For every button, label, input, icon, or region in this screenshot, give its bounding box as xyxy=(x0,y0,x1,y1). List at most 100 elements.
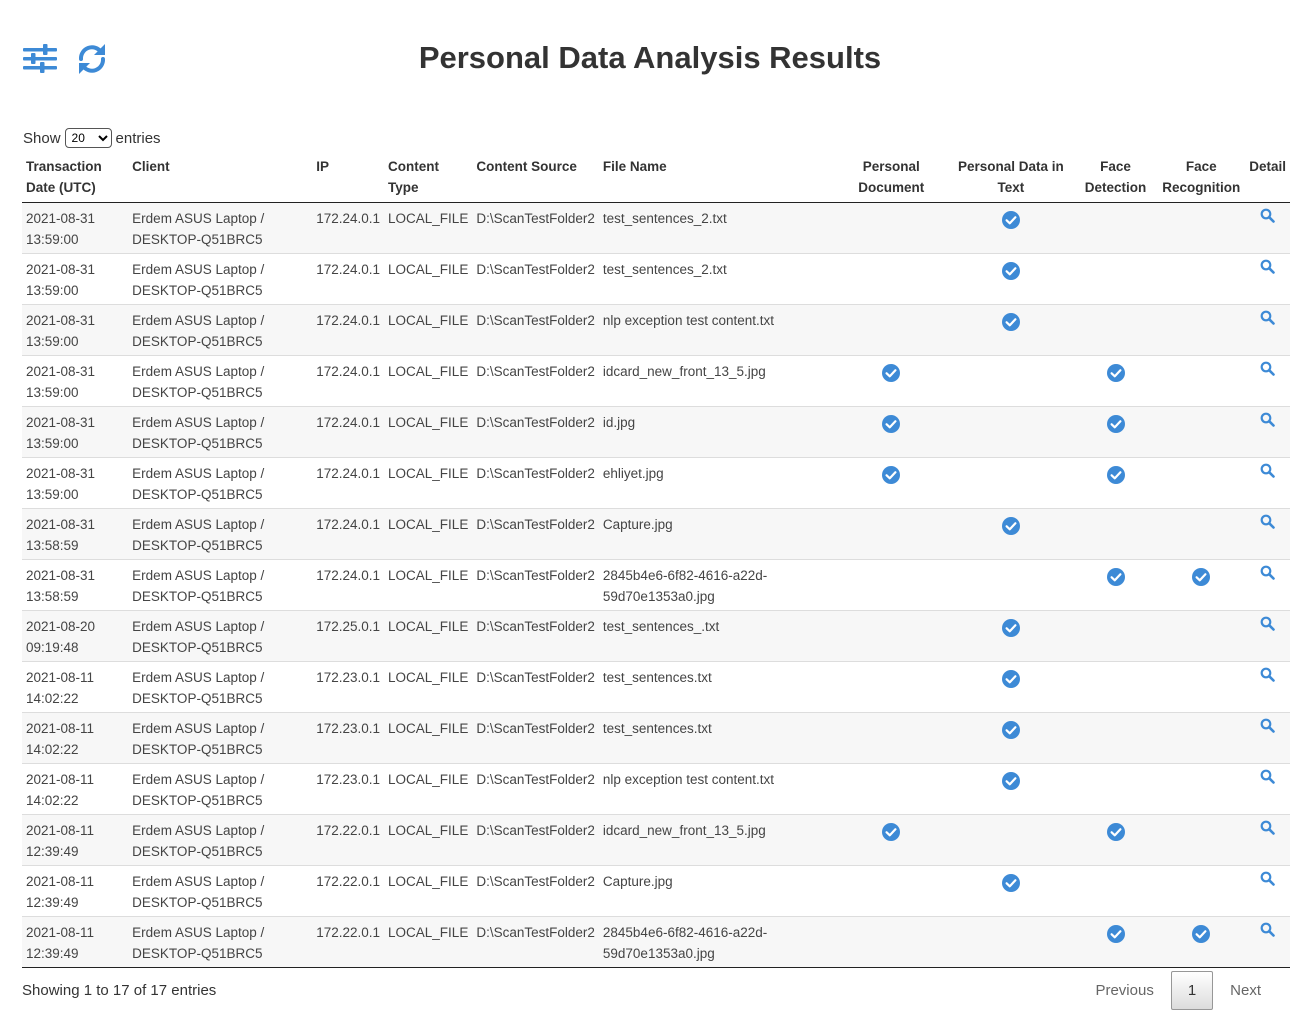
cell-content-type: LOCAL_FILE xyxy=(384,610,473,662)
cell-client: Erdem ASUS Laptop / DESKTOP-Q51BRC5 xyxy=(128,661,313,713)
cell-personal-document xyxy=(834,814,949,866)
previous-page-button[interactable]: Previous xyxy=(1080,972,1168,1009)
cell-content-source: D:\ScanTestFolder2 xyxy=(472,202,599,254)
search-icon[interactable] xyxy=(1260,259,1275,274)
cell-ip: 172.24.0.1 xyxy=(312,406,385,458)
cell-face-recognition xyxy=(1157,814,1246,866)
table-row: 2021-08-11 14:02:22 Erdem ASUS Laptop / D… xyxy=(22,661,1290,713)
cell-personal-document xyxy=(834,202,949,254)
table-header-row: Transaction Date (UTC) Client IP Content… xyxy=(22,150,1290,203)
cell-content-source: D:\ScanTestFolder2 xyxy=(472,304,599,356)
cell-ip: 172.24.0.1 xyxy=(312,253,385,305)
search-icon[interactable] xyxy=(1260,412,1275,427)
cell-face-detection xyxy=(1073,916,1158,968)
cell-ip: 172.24.0.1 xyxy=(312,508,385,560)
cell-file-name: test_sentences_.txt xyxy=(598,610,835,662)
search-icon[interactable] xyxy=(1260,565,1275,580)
search-icon[interactable] xyxy=(1260,718,1275,733)
cell-face-detection xyxy=(1073,610,1158,662)
cell-transaction-date: 2021-08-11 12:39:49 xyxy=(22,916,129,968)
cell-face-detection xyxy=(1073,406,1158,458)
cell-personal-data-in-text xyxy=(948,865,1074,917)
table-row: 2021-08-31 13:59:00 Erdem ASUS Laptop / D… xyxy=(22,202,1290,254)
cell-detail xyxy=(1245,508,1290,560)
col-header-face-detection[interactable]: Face Detection xyxy=(1073,150,1158,203)
cell-personal-data-in-text xyxy=(948,253,1074,305)
cell-personal-document xyxy=(834,916,949,968)
search-icon[interactable] xyxy=(1260,616,1275,631)
cell-transaction-date: 2021-08-31 13:58:59 xyxy=(22,559,129,611)
cell-content-source: D:\ScanTestFolder2 xyxy=(472,763,599,815)
col-header-ip[interactable]: IP xyxy=(312,150,385,203)
col-header-content-type[interactable]: Content Type xyxy=(384,150,473,203)
col-header-client[interactable]: Client xyxy=(128,150,313,203)
cell-transaction-date: 2021-08-31 13:58:59 xyxy=(22,508,129,560)
cell-content-source: D:\ScanTestFolder2 xyxy=(472,916,599,968)
cell-content-source: D:\ScanTestFolder2 xyxy=(472,559,599,611)
search-icon[interactable] xyxy=(1260,922,1275,937)
col-header-transaction-date[interactable]: Transaction Date (UTC) xyxy=(22,150,129,203)
next-page-button[interactable]: Next xyxy=(1215,972,1276,1009)
table-row: 2021-08-11 14:02:22 Erdem ASUS Laptop / D… xyxy=(22,763,1290,815)
cell-personal-document xyxy=(834,559,949,611)
table-row: 2021-08-31 13:59:00 Erdem ASUS Laptop / D… xyxy=(22,304,1290,356)
cell-content-type: LOCAL_FILE xyxy=(384,712,473,764)
cell-ip: 172.23.0.1 xyxy=(312,712,385,764)
page-1-button[interactable]: 1 xyxy=(1170,971,1214,1010)
cell-content-source: D:\ScanTestFolder2 xyxy=(472,865,599,917)
cell-content-source: D:\ScanTestFolder2 xyxy=(472,712,599,764)
cell-detail xyxy=(1245,661,1290,713)
cell-detail xyxy=(1245,559,1290,611)
cell-file-name: 2845b4e6-6f82-4616-a22d-59d70e1353a0.jpg xyxy=(598,559,835,611)
table-row: 2021-08-20 09:19:48 Erdem ASUS Laptop / D… xyxy=(22,610,1290,662)
cell-ip: 172.22.0.1 xyxy=(312,814,385,866)
col-header-face-recognition[interactable]: Face Recognition xyxy=(1157,150,1246,203)
cell-detail xyxy=(1245,865,1290,917)
col-header-personal-data-in-text[interactable]: Personal Data in Text xyxy=(948,150,1074,203)
cell-content-type: LOCAL_FILE xyxy=(384,253,473,305)
cell-personal-document xyxy=(834,406,949,458)
cell-content-source: D:\ScanTestFolder2 xyxy=(472,355,599,407)
col-header-file-name[interactable]: File Name xyxy=(598,150,835,203)
check-circle-icon xyxy=(1106,466,1125,484)
cell-face-recognition xyxy=(1157,712,1246,764)
search-icon[interactable] xyxy=(1260,361,1275,376)
search-icon[interactable] xyxy=(1260,667,1275,682)
cell-client: Erdem ASUS Laptop / DESKTOP-Q51BRC5 xyxy=(128,304,313,356)
search-icon[interactable] xyxy=(1260,310,1275,325)
col-header-personal-document[interactable]: Personal Document xyxy=(834,150,949,203)
cell-transaction-date: 2021-08-31 13:59:00 xyxy=(22,406,129,458)
cell-ip: 172.22.0.1 xyxy=(312,916,385,968)
cell-content-type: LOCAL_FILE xyxy=(384,457,473,509)
cell-content-type: LOCAL_FILE xyxy=(384,355,473,407)
col-header-detail: Detail xyxy=(1245,150,1290,203)
search-icon[interactable] xyxy=(1260,871,1275,886)
cell-client: Erdem ASUS Laptop / DESKTOP-Q51BRC5 xyxy=(128,610,313,662)
check-circle-icon xyxy=(1001,262,1020,280)
cell-personal-data-in-text xyxy=(948,814,1074,866)
cell-face-recognition xyxy=(1157,253,1246,305)
cell-personal-data-in-text xyxy=(948,508,1074,560)
cell-face-detection xyxy=(1073,865,1158,917)
cell-detail xyxy=(1245,610,1290,662)
table-row: 2021-08-11 12:39:49 Erdem ASUS Laptop / D… xyxy=(22,865,1290,917)
cell-personal-document xyxy=(834,661,949,713)
search-icon[interactable] xyxy=(1260,514,1275,529)
check-circle-icon xyxy=(1001,517,1020,535)
cell-content-type: LOCAL_FILE xyxy=(384,865,473,917)
pagination: Previous 1 Next xyxy=(1080,971,1276,1010)
search-icon[interactable] xyxy=(1260,769,1275,784)
entries-per-page-select[interactable]: 102050100 xyxy=(64,128,112,148)
col-header-content-source[interactable]: Content Source xyxy=(472,150,599,203)
search-icon[interactable] xyxy=(1260,463,1275,478)
cell-client: Erdem ASUS Laptop / DESKTOP-Q51BRC5 xyxy=(128,253,313,305)
cell-detail xyxy=(1245,814,1290,866)
cell-transaction-date: 2021-08-11 12:39:49 xyxy=(22,814,129,866)
cell-file-name: nlp exception test content.txt xyxy=(598,763,835,815)
cell-ip: 172.24.0.1 xyxy=(312,559,385,611)
search-icon[interactable] xyxy=(1260,208,1275,223)
cell-personal-data-in-text xyxy=(948,610,1074,662)
cell-file-name: Capture.jpg xyxy=(598,865,835,917)
cell-detail xyxy=(1245,916,1290,968)
search-icon[interactable] xyxy=(1260,820,1275,835)
